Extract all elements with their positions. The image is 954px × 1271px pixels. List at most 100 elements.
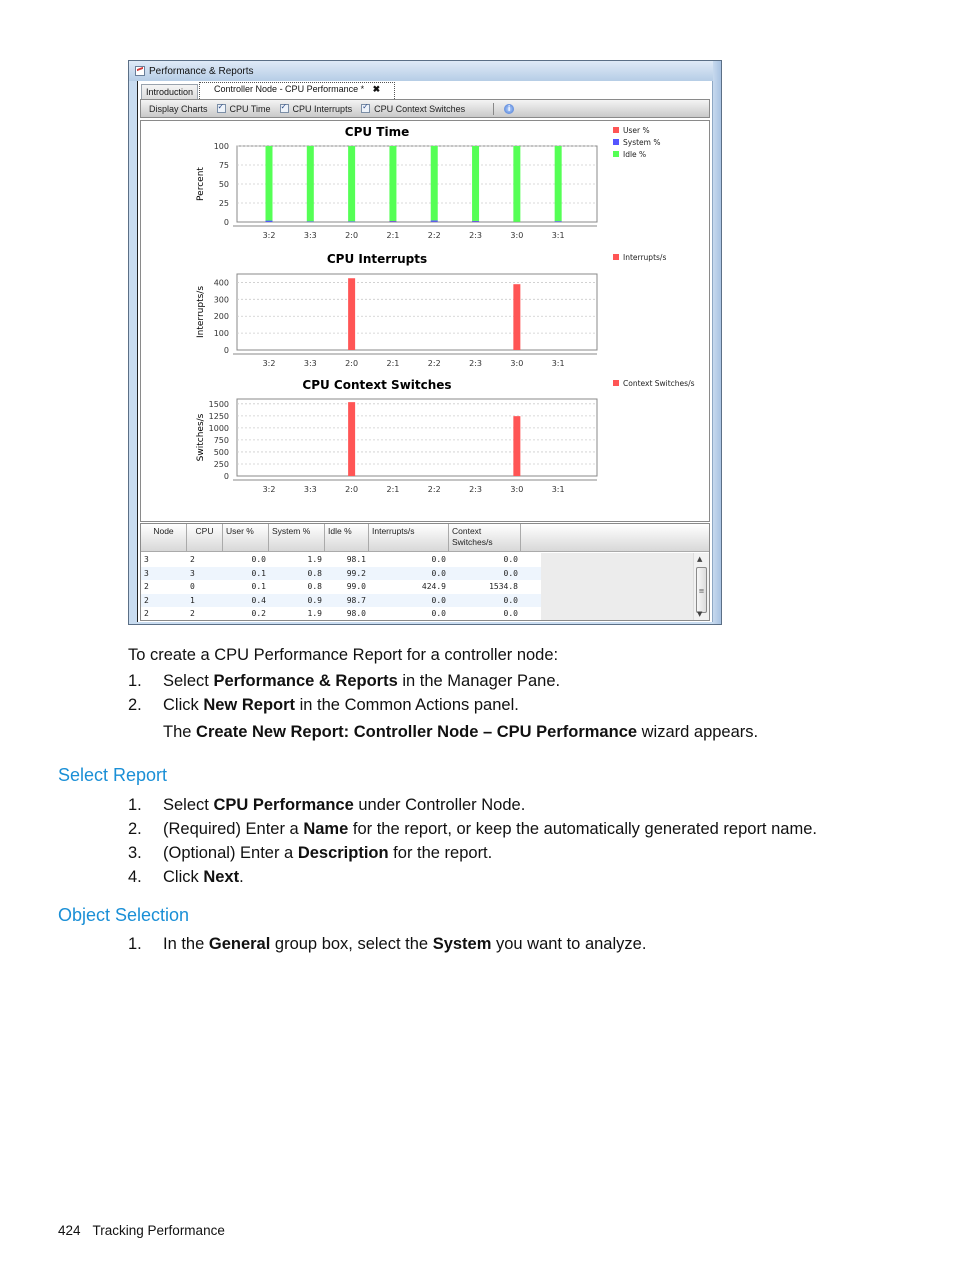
charts-canvas: CPU Time 0 25 50 75 100 Percent 3:2 3:3 2:0 2:1 2:2… (196, 125, 695, 494)
y-tick-label: 50 (219, 180, 229, 189)
bar (265, 220, 273, 222)
table-cell: 98.7 (346, 595, 366, 605)
charts-panel: CPU Time 0 25 50 75 100 Percent 3:2 3:3 2:0 2:1 2:2… (140, 120, 710, 522)
note-bold: Create New Report: Controller Node – CPU… (196, 723, 638, 741)
table-cell: 0.4 (251, 595, 266, 605)
table-cell: 0.8 (307, 568, 322, 578)
vertical-scrollbar[interactable]: ▲ ≡ ▼ (693, 553, 709, 620)
y-tick-label: 25 (219, 199, 229, 208)
step-text-part: group box, select the (270, 935, 433, 953)
table-row[interactable]: 2 2 0.2 1.9 98.0 0.0 0.0 (141, 607, 541, 620)
table-cell: 1 (190, 595, 195, 605)
y-tick-label: 300 (214, 295, 229, 304)
plot-area (236, 398, 598, 477)
y-tick-label: 400 (214, 278, 229, 287)
bar (513, 416, 521, 476)
table-cell: 0.0 (503, 568, 518, 578)
column-header[interactable]: Node (141, 524, 187, 551)
column-header[interactable]: System % (269, 524, 325, 551)
table-cell: 1.9 (307, 609, 322, 618)
bar (554, 221, 562, 222)
chart-title: CPU Interrupts (327, 252, 427, 266)
legend-label: System % (623, 138, 660, 147)
tab-label: Introduction (146, 87, 194, 97)
table-cell: 0.3 (223, 621, 269, 622)
cpu-time-checkbox[interactable] (216, 102, 226, 113)
step-text-part: under Controller Node. (353, 796, 526, 814)
legend-swatch (613, 380, 619, 386)
y-tick-label: 75 (219, 161, 229, 170)
step-bold-term: Performance & Reports (213, 672, 398, 690)
table-cell: 1.9 (307, 555, 322, 564)
table-cell: 0.2 (251, 609, 266, 618)
table-cell: 3 (144, 568, 149, 578)
tab-cpu-performance[interactable]: Controller Node - CPU Performance * ✖ (199, 82, 396, 99)
step-number: 2. (128, 696, 142, 714)
page-footer: 424 Tracking Performance (58, 1223, 225, 1238)
close-tab-icon[interactable]: ✖ (373, 84, 381, 94)
table-cell: 0.0 (503, 555, 518, 564)
table-cell: 0.1 (251, 582, 266, 591)
step-text-part: in the Manager Pane. (397, 672, 561, 690)
window-body: Introduction Controller Node - CPU Perfo… (137, 81, 713, 622)
y-tick-label: 0 (224, 472, 229, 481)
bar (348, 221, 356, 222)
y-tick-label: 1250 (209, 412, 229, 421)
section-heading-object-selection: Object Selection (58, 905, 190, 925)
step-text-part: . (239, 868, 244, 886)
plot-area (236, 273, 598, 351)
column-header[interactable]: Interrupts/s (369, 524, 449, 551)
column-header[interactable]: User % (223, 524, 269, 551)
bar (348, 278, 356, 350)
step-bold-term: Next (203, 868, 240, 886)
tab-label: Controller Node - CPU Performance * (214, 84, 365, 94)
table-row[interactable]: 2 0 0.1 0.8 99.0 424.9 1534.8 (141, 580, 541, 594)
scrollbar-thumb[interactable]: ≡ (696, 567, 707, 613)
y-axis-label: Switches/s (196, 413, 206, 461)
x-tick-label: 2:1 (386, 485, 399, 494)
table-cell: 98.1 (346, 555, 366, 564)
window-title-bar: Performance & Reports (129, 61, 721, 81)
bar (348, 146, 356, 222)
x-tick-label: 3:3 (304, 485, 317, 494)
cpu-time-checkbox-label: CPU Time (229, 103, 271, 114)
table-row[interactable]: 2 1 0.4 0.9 98.7 0.0 0.0 (141, 593, 541, 607)
y-tick-label: 250 (214, 460, 229, 469)
info-icon[interactable]: i (504, 103, 515, 114)
step-text: Select Performance & Reports in the Mana… (163, 672, 560, 691)
table-cell: 0.0 (431, 555, 446, 564)
column-header[interactable]: Context Switches/s (449, 524, 521, 551)
table-row[interactable]: 3 3 0.1 0.8 99.2 0.0 0.0 (141, 566, 541, 580)
x-tick-label: 3:0 (510, 231, 523, 240)
step-text-part: Click (163, 868, 204, 886)
x-tick-label: 2:3 (469, 485, 482, 494)
x-tick-label: 2:3 (469, 231, 482, 240)
table-cell: 3 (187, 621, 223, 622)
y-tick-label: 1500 (209, 400, 229, 409)
scroll-up-arrow-icon[interactable]: ▲ (697, 555, 702, 563)
table-cell: 0.0 (503, 609, 518, 618)
x-tick-label: 2:0 (345, 485, 358, 494)
legend-swatch (613, 254, 619, 260)
column-header[interactable]: CPU (187, 524, 223, 551)
y-axis-label: Percent (196, 167, 206, 201)
step-text: Click Next. (163, 868, 244, 887)
window-title: Performance & Reports (149, 65, 254, 77)
x-tick-label: 2:0 (345, 359, 358, 368)
table-cell: 0.0 (251, 555, 266, 564)
tab-introduction[interactable]: Introduction (141, 84, 199, 99)
scroll-down-arrow-icon[interactable]: ▼ (697, 610, 702, 618)
window-frame-right (713, 61, 721, 624)
column-header[interactable]: Idle % (325, 524, 369, 551)
step-number: 1. (128, 672, 142, 690)
bar (554, 146, 562, 222)
legend-label: User % (623, 126, 650, 135)
cpu-context-switches-checkbox[interactable] (361, 102, 371, 113)
y-tick-label: 0 (224, 346, 229, 355)
table-row[interactable]: 230.31.198.60.00.0 (141, 621, 541, 622)
step-text-part: in the Common Actions panel. (295, 696, 519, 714)
x-tick-label: 3:0 (510, 485, 523, 494)
data-table: Node CPU User % System % Idle % Interrupts/s C… (140, 523, 710, 621)
table-row[interactable]: 3 2 0.0 1.9 98.1 0.0 0.0 (141, 553, 541, 567)
cpu-interrupts-checkbox[interactable] (279, 102, 289, 113)
